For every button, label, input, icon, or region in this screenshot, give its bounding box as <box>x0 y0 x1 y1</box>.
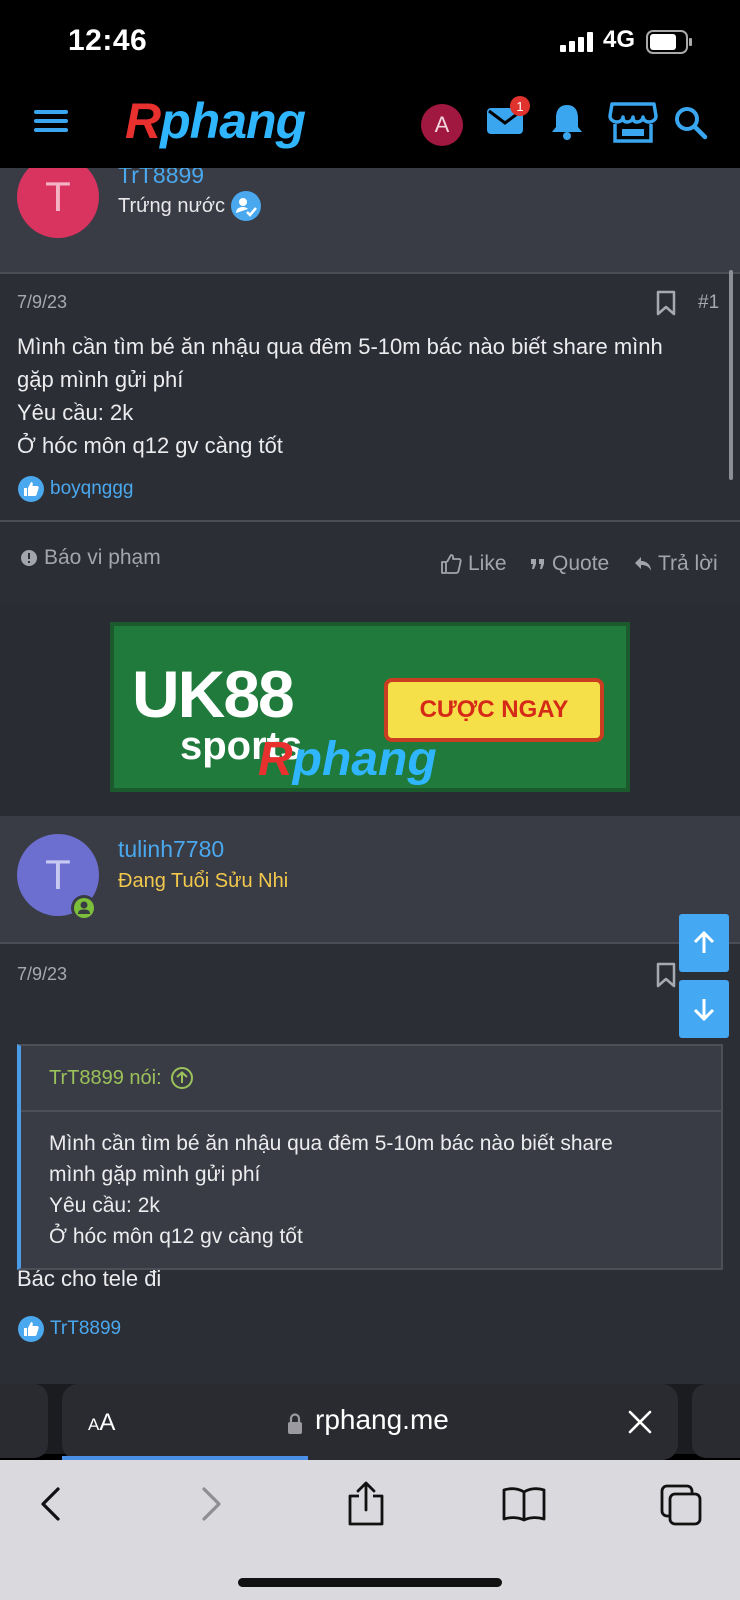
bookmark-icon[interactable] <box>656 962 676 988</box>
menu-icon[interactable] <box>34 108 68 134</box>
like-reaction-icon <box>18 1316 44 1342</box>
previous-tab-preview[interactable] <box>0 1384 48 1458</box>
reaction-username[interactable]: TrT8899 <box>50 1318 121 1340</box>
status-time: 12:46 <box>68 24 148 57</box>
close-icon[interactable] <box>628 1410 652 1434</box>
tabs-icon[interactable] <box>660 1484 702 1526</box>
like-reaction-icon <box>18 476 44 502</box>
share-icon[interactable] <box>347 1480 385 1526</box>
ad-brand: UK88 <box>132 657 295 731</box>
quote-line: mình gặp mình gửi phí <box>49 1163 261 1186</box>
author-username[interactable]: TrT8899 <box>118 168 204 189</box>
home-indicator <box>238 1578 502 1587</box>
author-title: Trứng nước <box>118 195 225 217</box>
back-icon[interactable] <box>38 1486 62 1522</box>
arrow-down-icon <box>693 999 715 1022</box>
ad-watermark-logo: Rphang <box>258 733 437 786</box>
bookmark-icon[interactable] <box>656 290 676 316</box>
post-author-panel: T TrT8899 Trứng nước <box>0 168 740 272</box>
message-line: Ở hóc môn q12 gv càng tốt <box>17 433 283 458</box>
account-avatar[interactable]: A <box>421 104 463 146</box>
post-actions: Báo vi phạm Like Quote Trả lời <box>0 522 740 604</box>
arrow-up-circle-icon[interactable] <box>170 1066 194 1090</box>
author-avatar[interactable]: T <box>17 168 99 238</box>
scroll-bottom-button[interactable] <box>679 980 729 1038</box>
quote-label: Quote <box>552 552 610 575</box>
next-tab-preview[interactable] <box>692 1384 740 1458</box>
lock-icon <box>288 1413 302 1434</box>
report-label: Báo vi phạm <box>44 546 161 569</box>
network-type: 4G <box>603 26 636 53</box>
message-line: gặp mình gửi phí <box>17 367 184 392</box>
report-button[interactable]: Báo vi phạm <box>20 546 161 570</box>
like-button[interactable]: Like <box>440 552 507 576</box>
store-icon[interactable] <box>608 100 658 144</box>
url-text[interactable]: rphang.me <box>315 1404 449 1436</box>
arrow-up-icon <box>693 930 715 953</box>
quote-header[interactable]: TrT8899 nói: <box>21 1046 721 1112</box>
battery-icon <box>646 30 692 54</box>
reply-button[interactable]: Trả lời <box>634 552 718 576</box>
post-date[interactable]: 7/9/23 <box>17 964 67 985</box>
quote-line: Ở hóc môn q12 gv càng tốt <box>49 1225 303 1248</box>
quote-line: Mình cần tìm bé ăn nhậu qua đêm 5-10m bá… <box>49 1132 613 1155</box>
thumbs-up-icon <box>441 554 462 574</box>
post-author-panel: T tulinh7780 Đang Tuổi Sửu Nhi <box>0 816 740 942</box>
author-title: Đang Tuổi Sửu Nhi <box>118 870 289 892</box>
thread-content[interactable]: T TrT8899 Trứng nước 7/9/23 #1 Mình cần … <box>0 168 740 1384</box>
message-line: Mình cần tìm bé ăn nhậu qua đêm 5-10m bá… <box>17 334 663 359</box>
post-number[interactable]: #1 <box>698 292 719 314</box>
reply-icon <box>635 557 651 571</box>
signal-icon <box>560 32 593 52</box>
quote-line: Yêu cầu: 2k <box>49 1194 160 1217</box>
ad-zone: UK88 sports CƯỢC NGAY Rphang <box>0 604 740 816</box>
post-date[interactable]: 7/9/23 <box>17 292 67 313</box>
report-icon <box>21 550 37 566</box>
forward-icon[interactable] <box>200 1486 224 1522</box>
site-logo[interactable]: Rphang <box>125 92 306 150</box>
like-label: Like <box>468 552 507 575</box>
post-message: Mình cần tìm bé ăn nhậu qua đêm 5-10m bá… <box>17 330 663 462</box>
scroll-top-button[interactable] <box>679 914 729 972</box>
quote-icon <box>531 559 544 569</box>
bookmarks-icon[interactable] <box>502 1486 546 1522</box>
message-line: Yêu cầu: 2k <box>17 400 134 425</box>
quote-block: TrT8899 nói: Mình cần tìm bé ăn nhậu qua… <box>17 1044 723 1270</box>
bell-icon[interactable] <box>550 102 584 140</box>
quote-button[interactable]: Quote <box>530 552 609 576</box>
author-username[interactable]: tulinh7780 <box>118 836 224 863</box>
text-size-button[interactable]: AA <box>88 1409 115 1437</box>
reply-label: Trả lời <box>658 552 718 575</box>
scrollbar[interactable] <box>729 270 733 480</box>
reaction-username[interactable]: boyqnggg <box>50 478 133 500</box>
post-1: 7/9/23 #1 Mình cần tìm bé ăn nhậu qua đê… <box>0 274 740 520</box>
quote-text: Mình cần tìm bé ăn nhậu qua đêm 5-10m bá… <box>49 1128 613 1252</box>
inbox-badge: 1 <box>510 96 530 116</box>
search-icon[interactable] <box>674 106 708 140</box>
verified-user-icon <box>231 191 261 221</box>
quote-author[interactable]: TrT8899 nói: <box>49 1067 162 1090</box>
online-status-icon <box>71 895 97 921</box>
